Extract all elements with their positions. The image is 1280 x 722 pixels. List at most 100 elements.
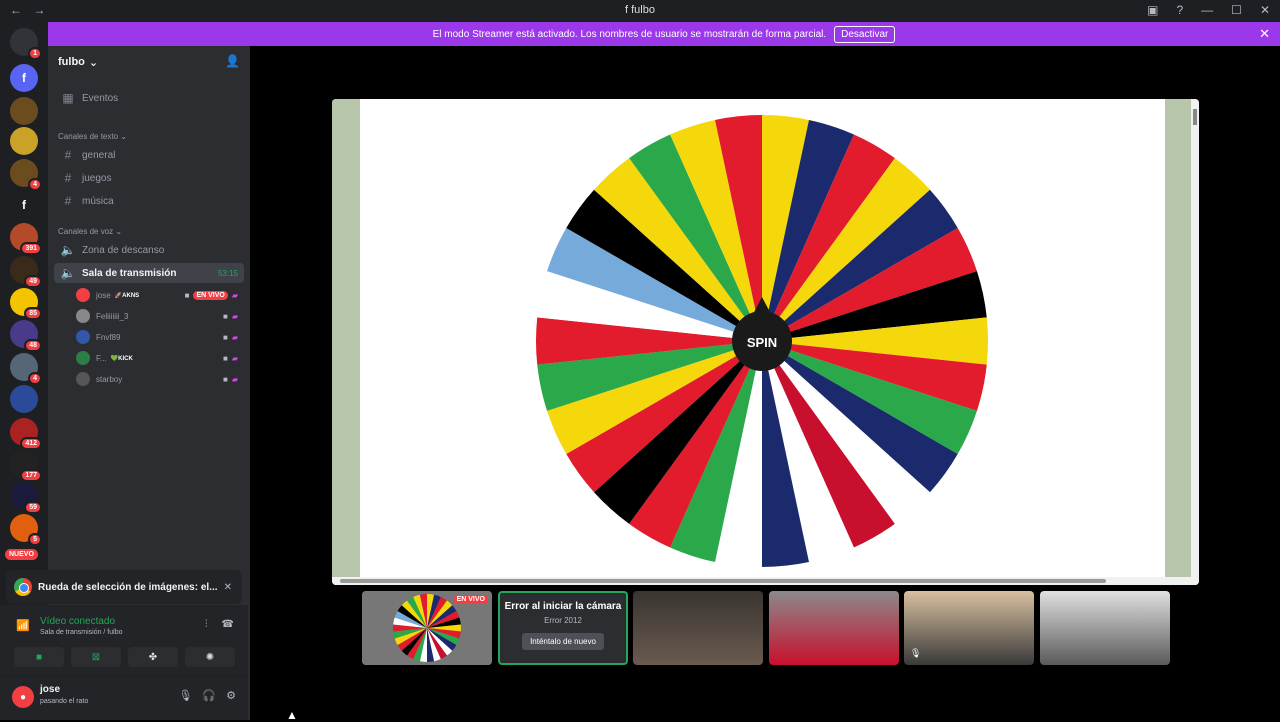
user-name[interactable]: jose <box>40 684 60 695</box>
disable-streamer-button[interactable]: Desactivar <box>834 25 896 43</box>
camera-icon: ■ <box>223 311 228 321</box>
server-icon[interactable] <box>10 127 38 155</box>
voice-channel-sala[interactable]: 🔈 Sala de transmisión 53:15 <box>54 263 244 283</box>
voice-channels-category[interactable]: Canales de voz ⌄ <box>58 227 122 236</box>
voice-location[interactable]: Sala de transmisión / fulbo <box>40 629 123 636</box>
server-icon[interactable]: 391 <box>10 223 42 255</box>
close-activity-icon[interactable]: ✕ <box>224 582 232 593</box>
streamer-mode-banner: El modo Streamer está activado. Los nomb… <box>48 22 1280 46</box>
vertical-scrollbar[interactable] <box>1191 99 1199 585</box>
activity-icon: ✤ <box>148 651 158 663</box>
settings-gear-icon[interactable]: ⚙ <box>226 689 236 702</box>
activity-button[interactable]: ✤ <box>128 647 178 667</box>
help-icon[interactable]: ? <box>1176 3 1183 17</box>
hash-icon: # <box>64 194 72 208</box>
flag-wheel[interactable]: SPIN <box>532 111 992 571</box>
mention-badge: 85 <box>24 307 42 320</box>
spin-button[interactable]: SPIN <box>747 335 777 350</box>
maximize-icon[interactable]: ☐ <box>1231 3 1242 17</box>
screen-share-button[interactable]: ⊠ <box>71 647 121 667</box>
camera-button[interactable]: ■ <box>14 647 64 667</box>
channel-label: Zona de descanso <box>82 244 165 256</box>
channel-general[interactable]: # general <box>54 145 244 165</box>
mention-badge: 1 <box>28 47 42 60</box>
voice-user[interactable]: jose 🚀AKNS ■ EN VIVO ▰ <box>76 286 242 304</box>
avatar <box>76 288 90 302</box>
headphones-icon[interactable]: 🎧 <box>202 689 216 702</box>
camera-icon: ■ <box>184 290 190 300</box>
error-title: Error al iniciar la cámara <box>504 601 622 612</box>
voice-user-status-icons: ■ ▰ <box>223 312 238 321</box>
window-controls: ▣ ? — ☐ ✕ <box>1147 3 1270 17</box>
events-label: Eventos <box>82 92 119 104</box>
signal-icon: 📶 <box>16 620 30 632</box>
server-icon[interactable]: f <box>10 191 38 219</box>
soundboard-button[interactable]: ✺ <box>185 647 235 667</box>
channel-juegos[interactable]: # juegos <box>54 168 244 188</box>
server-icon[interactable] <box>10 97 38 125</box>
text-channels-category[interactable]: Canales de texto ⌄ <box>58 132 127 141</box>
mention-badge: 5 <box>28 533 42 546</box>
hash-icon: # <box>64 148 72 162</box>
minimize-icon[interactable]: — <box>1201 3 1213 17</box>
avatar[interactable]: ● <box>12 686 34 708</box>
server-icon: f <box>625 4 629 16</box>
voice-user-name: starboy <box>96 374 123 384</box>
left-background-bar <box>332 99 360 585</box>
voice-user[interactable]: starboy ■ ▰ <box>76 370 242 388</box>
server-icon[interactable]: f <box>10 64 38 92</box>
voice-user[interactable]: Fnvf89 ■ ▰ <box>76 328 242 346</box>
inbox-icon[interactable]: ▣ <box>1147 3 1158 17</box>
horizontal-scrollbar[interactable] <box>332 577 1191 585</box>
voice-status[interactable]: Vídeo conectado <box>40 616 115 627</box>
avatar <box>76 309 90 323</box>
voice-user[interactable]: F... 💚KICK ■ ▰ <box>76 349 242 367</box>
stream-tile[interactable]: EN VIVO <box>362 591 492 665</box>
server-icon[interactable]: 59 <box>10 482 42 514</box>
server-icon[interactable]: 4 <box>10 159 42 191</box>
voice-channel-zona[interactable]: 🔈 Zona de descanso <box>54 240 244 260</box>
server-header[interactable]: fulbo ⌄ 👤 <box>48 46 250 78</box>
stream-stage[interactable]: SPIN <box>332 99 1199 585</box>
video-tile[interactable] <box>769 591 899 665</box>
video-tile[interactable]: 🎙 <box>904 591 1034 665</box>
nitro-icon: ▰ <box>231 374 238 384</box>
server-icon[interactable]: 5 <box>10 514 42 546</box>
close-window-icon[interactable]: ✕ <box>1260 3 1270 17</box>
avatar <box>76 330 90 344</box>
channel-label: juegos <box>82 172 112 184</box>
scroll-thumb[interactable] <box>1193 109 1197 125</box>
mention-badge: 4 <box>28 178 42 191</box>
voice-user[interactable]: Feliiiiiii_3 ■ ▰ <box>76 307 242 325</box>
avatar <box>76 372 90 386</box>
server-icon[interactable] <box>10 385 38 413</box>
scroll-thumb[interactable] <box>340 579 1106 583</box>
video-tile[interactable] <box>633 591 763 665</box>
server-icon[interactable]: 412 <box>10 418 42 450</box>
disconnect-icon[interactable]: ☎ <box>222 619 234 630</box>
server-icon[interactable]: 1 <box>10 28 42 60</box>
right-background-bar <box>1165 99 1191 585</box>
mention-badge: 391 <box>20 242 42 255</box>
activity-panel[interactable]: Rueda de selección de imágenes: el... ✕ <box>6 570 242 604</box>
camera-icon: ■ <box>223 332 228 342</box>
events-item[interactable]: ▦ Eventos <box>54 88 244 108</box>
server-icon[interactable]: 85 <box>10 288 42 320</box>
noise-suppression-icon[interactable]: ⫶ <box>205 619 208 630</box>
mention-badge: 48 <box>24 339 42 352</box>
microphone-icon[interactable]: 🎙 <box>178 689 192 702</box>
user-tag: 💚KICK <box>110 355 133 362</box>
live-badge: EN VIVO <box>453 595 488 604</box>
server-icon[interactable]: 49 <box>10 256 42 288</box>
server-icon[interactable]: 48 <box>10 320 42 352</box>
channel-musica[interactable]: # música <box>54 191 244 211</box>
camera-error-tile: Error al iniciar la cámara Error 2012 In… <box>498 591 628 665</box>
server-name: fulbo <box>58 56 85 68</box>
close-banner-icon[interactable]: ✕ <box>1259 26 1270 42</box>
server-icon[interactable]: 177 <box>10 450 42 482</box>
retry-button[interactable]: Inténtalo de nuevo <box>522 633 604 650</box>
video-tile[interactable] <box>1040 591 1170 665</box>
add-member-icon[interactable]: 👤 <box>225 54 240 68</box>
server-icon[interactable]: 4 <box>10 353 42 385</box>
window-title: f fulbo <box>0 4 1280 16</box>
